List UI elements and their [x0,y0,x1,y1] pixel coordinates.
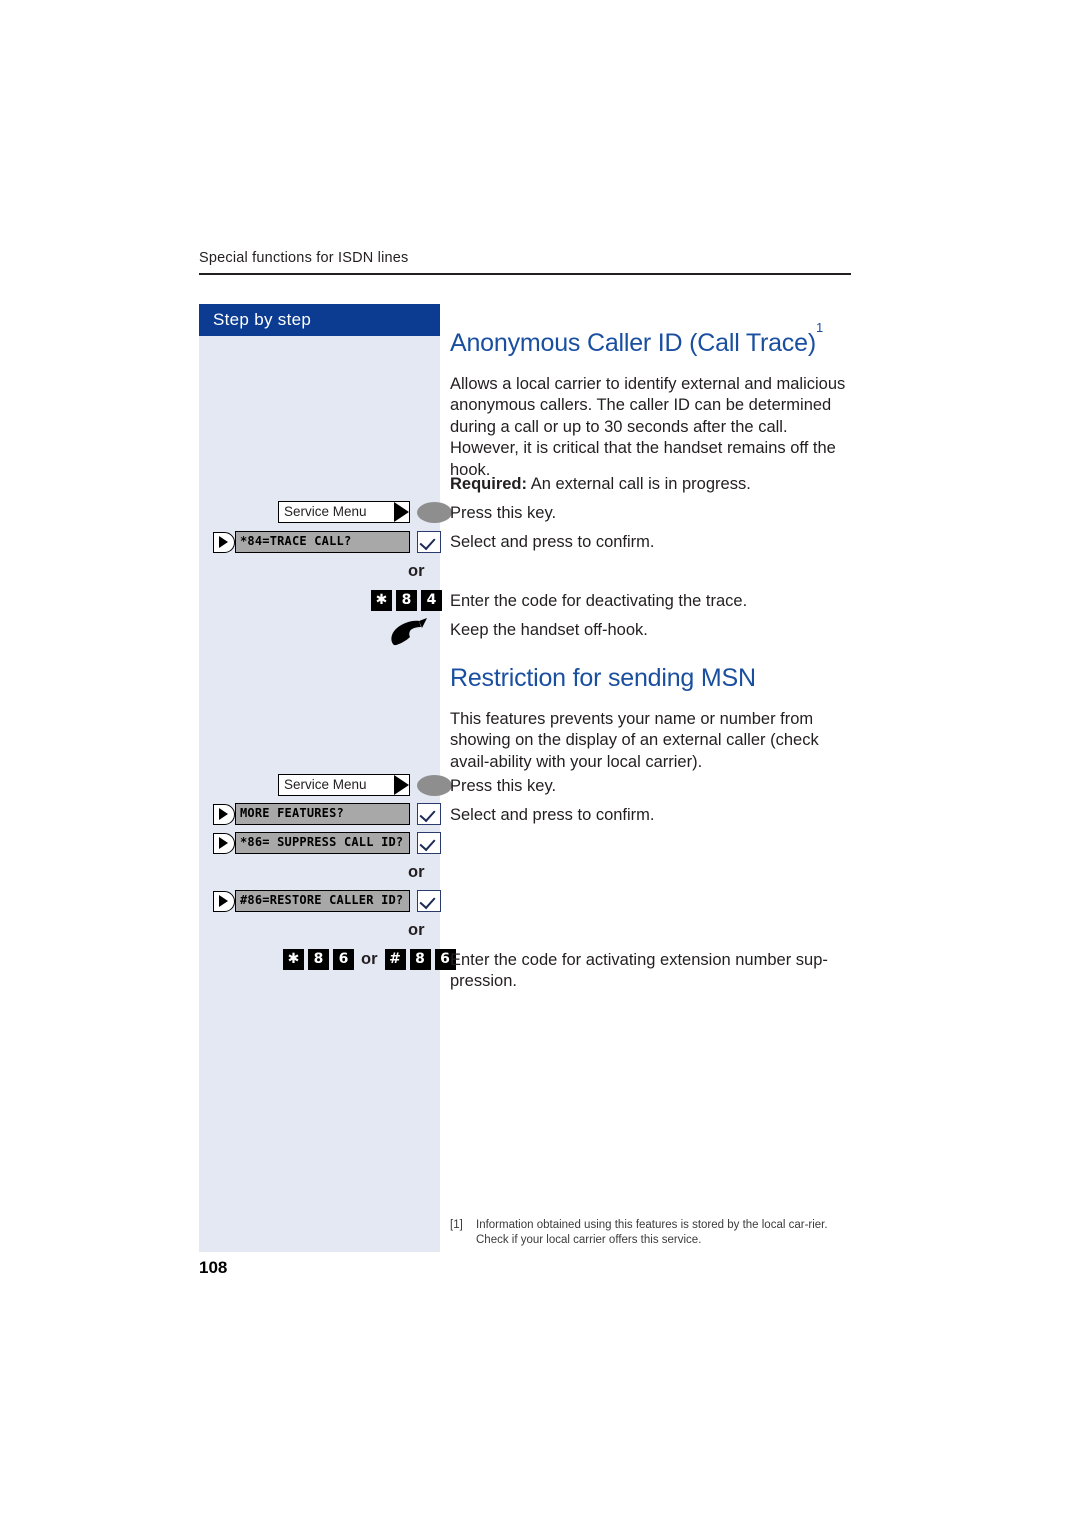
display-line-suppress-call-id[interactable]: *86= SUPPRESS CALL ID? [213,832,441,854]
required-text: An external call is in progress. [527,475,751,493]
section-intro-call-trace: Allows a local carrier to identify exter… [450,374,846,479]
document-page: Special functions for ISDN lines Step by… [0,0,1080,1528]
or-separator-3: or [408,921,425,939]
display-text-trace-call: *84=TRACE CALL? [235,531,410,553]
display-line-more-features[interactable]: MORE FEATURES? [213,803,441,825]
key-hash-1[interactable]: # [384,949,406,970]
display-text-suppress-call-id: *86= SUPPRESS CALL ID? [235,832,410,854]
confirm-checkmark-icon-3[interactable] [417,832,441,854]
select-arrow-icon-2[interactable] [213,803,235,825]
display-line-trace-call[interactable]: *84=TRACE CALL? [213,531,441,553]
instruction-enter-code-activate: Enter the code for activating extension … [450,951,828,990]
service-menu-key-1[interactable]: Service Menu [278,501,452,523]
key-8-2[interactable]: 8 [308,949,329,970]
instruction-enter-code-deactivate: Enter the code for deactivating the trac… [450,592,748,610]
instruction-press-key-1: Press this key. [450,504,557,522]
page-number: 108 [199,1258,228,1277]
keypad-or-separator: or [361,950,378,968]
confirm-checkmark-icon-1[interactable] [417,531,441,553]
instruction-select-confirm-1: Select and press to confirm. [450,533,655,551]
footnote: [1] Information obtained using this feat… [450,1218,852,1248]
key-8-3[interactable]: 8 [409,949,431,970]
section-heading-call-trace: Anonymous Caller ID (Call Trace)1 [450,319,823,357]
section-intro-restriction-msn: This features prevents your name or numb… [450,709,819,771]
confirm-checkmark-icon-2[interactable] [417,803,441,825]
select-arrow-icon-4[interactable] [213,890,235,912]
service-menu-button-2[interactable] [417,774,452,796]
service-menu-label-1: Service Menu [278,501,410,523]
heading-footnote-mark: 1 [815,319,823,335]
key-star-2[interactable]: ✱ [283,949,304,970]
or-separator-2: or [408,863,425,881]
instruction-press-key-2: Press this key. [450,777,557,795]
running-header: Special functions for ISDN lines [199,250,409,266]
key-6-2[interactable]: 6 [333,949,354,970]
service-menu-label-2: Service Menu [278,774,410,796]
required-line: Required: An external call is in progres… [450,474,850,495]
footnote-mark: [1] [450,1219,463,1231]
handset-offhook-icon [388,618,428,646]
section-call-trace: Anonymous Caller ID (Call Trace)1 Allows… [450,319,852,481]
service-menu-key-2[interactable]: Service Menu [278,774,452,796]
display-text-restore-caller-id: #86=RESTORE CALLER ID? [235,890,410,912]
select-arrow-icon-1[interactable] [213,531,235,553]
keypad-star-8-4[interactable]: ✱ 8 4 [371,590,442,611]
header-rule [199,273,851,275]
confirm-checkmark-icon-4[interactable] [417,890,441,912]
or-separator-1: or [408,562,425,580]
key-star-1[interactable]: ✱ [371,590,392,611]
footnote-text: Information obtained using this features… [476,1219,828,1246]
section-restriction-msn: Restriction for sending MSN This feature… [450,664,852,773]
keypad-star-86-or-hash-86[interactable]: ✱ 8 6 or # 8 6 [283,949,456,970]
sidebar-title: Step by step [199,304,440,336]
service-menu-button-1[interactable] [417,501,452,523]
key-4-1[interactable]: 4 [421,590,442,611]
display-line-restore-caller-id[interactable]: #86=RESTORE CALLER ID? [213,890,441,912]
display-text-more-features: MORE FEATURES? [235,803,410,825]
required-label: Required: [450,475,528,493]
key-8-1[interactable]: 8 [396,590,417,611]
select-arrow-icon-3[interactable] [213,832,235,854]
section-heading-restriction-msn: Restriction for sending MSN [450,664,756,692]
instruction-select-confirm-2: Select and press to confirm. [450,806,655,824]
instruction-keep-offhook: Keep the handset off-hook. [450,621,648,639]
